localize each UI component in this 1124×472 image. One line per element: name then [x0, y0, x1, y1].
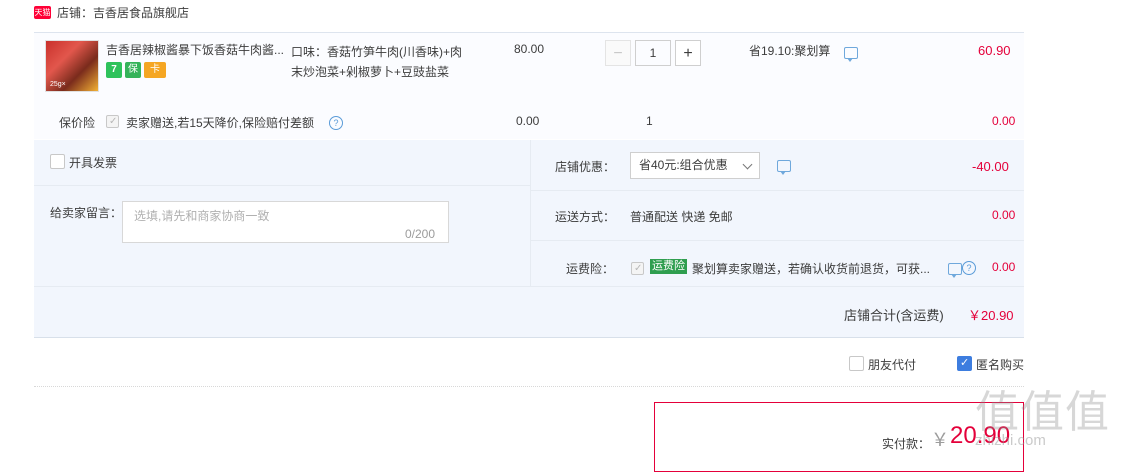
- right-row-divider-1: [531, 190, 1024, 191]
- friend-pay-label[interactable]: 朋友代付: [868, 356, 916, 373]
- sku-info: 口味：香菇竹笋牛肉(川香味)+肉 末炒泡菜+剁椒萝卜+豆豉盐菜: [291, 42, 475, 82]
- service-icons: 7 保 卡: [106, 62, 166, 78]
- watermark-site: zhizhi.com: [975, 432, 1046, 449]
- tmall-badge-icon: 天猫: [34, 6, 51, 19]
- discount-chat-icon[interactable]: [777, 160, 791, 175]
- insurance-price: 0.00: [516, 114, 540, 128]
- guarantee-icon[interactable]: 保: [125, 62, 141, 78]
- sku-line-1: 口味：香菇竹笋牛肉(川香味)+肉: [291, 45, 463, 59]
- invoice-label[interactable]: 开具发票: [69, 154, 117, 171]
- friend-pay-checkbox[interactable]: [849, 356, 864, 371]
- shop-discount-select[interactable]: 省40元:组合优惠: [630, 152, 760, 179]
- shop-discount-label: 店铺优惠：: [555, 160, 616, 174]
- right-row-divider-2: [531, 240, 1024, 241]
- options-column-divider: [530, 140, 531, 286]
- card-payment-icon[interactable]: 卡: [144, 62, 166, 78]
- shop-total-value: ￥20.90: [968, 308, 1014, 323]
- payment-label: 实付款：: [882, 437, 931, 451]
- freight-insurance-label: 运费险：: [566, 262, 615, 276]
- quantity-stepper: − 1 +: [605, 40, 701, 66]
- promo-chat-icon[interactable]: [844, 47, 858, 62]
- shop-discount-amount: -40.00: [972, 159, 1009, 174]
- anonymous-checkbox[interactable]: [957, 356, 972, 371]
- product-name-link[interactable]: 吉香居辣椒酱暴下饭香菇牛肉酱...: [106, 42, 284, 58]
- seven-day-return-icon[interactable]: 7: [106, 62, 122, 78]
- memo-placeholder: 选填,请先和商家协商一致: [134, 209, 270, 223]
- insurance-qty: 1: [646, 114, 653, 128]
- unit-price: 80.00: [514, 42, 545, 56]
- freight-insurance-checkbox[interactable]: [631, 262, 644, 275]
- shipping-amount: 0.00: [992, 208, 1016, 222]
- shop-total-label: 店铺合计(含运费): [844, 308, 944, 323]
- memo-label: 给卖家留言：: [50, 206, 123, 220]
- memo-char-count: 0/200: [405, 227, 436, 241]
- freight-insurance-tag: 运费险: [650, 259, 687, 274]
- quantity-increase-button[interactable]: +: [675, 40, 701, 66]
- chevron-down-icon: [742, 159, 753, 170]
- insurance-total: 0.00: [992, 114, 1016, 128]
- promo-text: 省19.10:聚划算: [749, 44, 831, 58]
- thumbnail-label: 25g×: [50, 81, 66, 88]
- shipping-method: 普通配送 快递 免邮: [630, 210, 733, 224]
- shop-discount-selected: 省40元:组合优惠: [639, 158, 728, 172]
- insurance-help-icon[interactable]: ?: [329, 116, 343, 130]
- freight-insurance-amount: 0.00: [992, 260, 1016, 274]
- freight-help-icon[interactable]: ?: [962, 261, 976, 275]
- anonymous-label[interactable]: 匿名购买: [976, 356, 1024, 373]
- left-row-divider: [34, 185, 530, 186]
- watermark-logo: 值值值: [975, 388, 1110, 437]
- insurance-checkbox[interactable]: [106, 115, 119, 128]
- payment-currency: ￥: [931, 430, 949, 450]
- insurance-desc: 卖家赠送,若15天降价,保险赔付差额: [126, 116, 315, 130]
- section-separator: [34, 386, 1024, 387]
- sku-line-2: 末炒泡菜+剁椒萝卜+豆豉盐菜: [291, 65, 450, 79]
- product-thumbnail[interactable]: 25g×: [45, 40, 99, 92]
- invoice-checkbox[interactable]: [50, 154, 65, 169]
- item-subtotal: 60.90: [978, 43, 1011, 58]
- freight-insurance-desc: 聚划算卖家赠送，若确认收货前退货，可获...: [692, 262, 931, 276]
- freight-chat-icon[interactable]: [948, 263, 962, 278]
- total-row-divider: [34, 286, 1024, 287]
- quantity-input[interactable]: 1: [635, 40, 671, 66]
- insurance-label: 保价险: [59, 116, 96, 130]
- shipping-label: 运送方式：: [555, 210, 616, 224]
- shop-title[interactable]: 店铺：吉香居食品旗舰店: [57, 4, 189, 21]
- quantity-decrease-button[interactable]: −: [605, 40, 631, 66]
